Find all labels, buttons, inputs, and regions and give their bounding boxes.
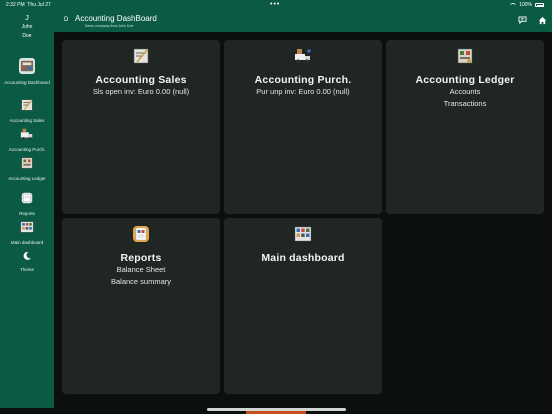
company-initial: D xyxy=(64,17,69,23)
accounting-sales-icon xyxy=(21,99,33,111)
status-bar: 2:32 PM Thu Jul 27 ••• 100% xyxy=(0,0,552,10)
sidebar-item-accounting-purch[interactable]: Accounting Purch. xyxy=(0,127,54,153)
sidebar-item-label: Accounting Ledger xyxy=(8,176,46,181)
sidebar-item-theme[interactable]: Theme xyxy=(0,248,54,273)
accounting-ledger-icon xyxy=(21,157,33,169)
tile-title: Accounting Ledger xyxy=(415,74,515,86)
multitask-dots[interactable]: ••• xyxy=(270,1,280,8)
tile-line[interactable]: Balance Sheet xyxy=(62,264,220,276)
page-title: Accounting DashBoard xyxy=(75,14,157,23)
tile-title: Accounting Purch. xyxy=(254,74,352,86)
user-block[interactable]: J John Doe xyxy=(0,15,54,40)
reports-icon xyxy=(21,192,33,204)
sidebar-item-accounting-sales[interactable]: Accounting Sales xyxy=(0,98,54,124)
chat-icon[interactable] xyxy=(518,16,527,24)
tile-accounting-ledger[interactable]: Accounting Ledger Accounts Transactions xyxy=(386,40,544,214)
accounting-ledger-icon xyxy=(457,48,473,64)
sidebar-item-accounting-ledger[interactable]: Accounting Ledger xyxy=(0,156,54,182)
sidebar: J John Doe Accounting Dashboard Accounti… xyxy=(0,10,54,408)
sidebar-item-accounting-dashboard[interactable]: Accounting Dashboard xyxy=(0,58,54,86)
accounting-dashboard-icon xyxy=(19,58,35,74)
tile-line: Pur unp inv: Euro 0.00 (null) xyxy=(256,87,350,96)
wifi-icon xyxy=(510,3,517,7)
sidebar-item-label: Reports xyxy=(19,211,35,216)
tile-main-dashboard[interactable]: Main dashboard xyxy=(224,218,382,394)
user-first-name: John xyxy=(21,24,33,30)
tile-line[interactable]: Transactions xyxy=(386,98,544,110)
tile-line: Sls open inv: Euro 0.00 (null) xyxy=(92,87,190,96)
accounting-purch-icon xyxy=(20,128,33,140)
status-time: 2:32 PM Thu Jul 27 xyxy=(6,2,51,8)
sidebar-item-label: Accounting Purch. xyxy=(8,147,46,152)
accounting-sales-icon xyxy=(133,48,149,64)
accounting-purch-icon xyxy=(295,49,311,63)
tile-line[interactable]: Accounts xyxy=(386,86,544,98)
main-dashboard-icon xyxy=(294,226,312,242)
status-right: 100% xyxy=(510,2,544,8)
sidebar-item-label: Theme xyxy=(19,267,34,272)
sidebar-item-main-dashboard[interactable]: Main dashboard xyxy=(0,220,54,246)
tile-title: Reports xyxy=(120,252,162,264)
tile-reports[interactable]: Reports Balance Sheet Balance summary xyxy=(62,218,220,394)
sidebar-item-label: Main dashboard xyxy=(10,240,44,245)
app-header: D Accounting DashBoard Demo company from… xyxy=(54,10,552,32)
battery-icon xyxy=(535,3,544,7)
tile-title: Main dashboard xyxy=(261,252,345,264)
battery-percent: 100% xyxy=(519,2,532,8)
dashboard-grid: Accounting Sales Sls open inv: Euro 0.00… xyxy=(54,32,552,408)
page-subtitle: Demo company from John Doe xyxy=(85,24,134,28)
sidebar-item-reports[interactable]: Reports xyxy=(0,191,54,217)
user-initial: J xyxy=(25,15,29,22)
sidebar-item-label: Accounting Dashboard xyxy=(4,80,50,85)
main-dashboard-icon xyxy=(20,221,34,233)
moon-icon xyxy=(23,251,31,260)
tile-line[interactable]: Balance summary xyxy=(62,276,220,288)
home-indicator[interactable] xyxy=(207,408,346,411)
tile-accounting-purch[interactable]: Accounting Purch. Pur unp inv: Euro 0.00… xyxy=(224,40,382,214)
home-icon[interactable] xyxy=(538,16,547,25)
tile-title: Accounting Sales xyxy=(95,74,187,86)
reports-icon xyxy=(133,226,149,242)
user-last-name: Doe xyxy=(22,33,32,39)
tile-accounting-sales[interactable]: Accounting Sales Sls open inv: Euro 0.00… xyxy=(62,40,220,214)
sidebar-item-label: Accounting Sales xyxy=(9,118,45,123)
